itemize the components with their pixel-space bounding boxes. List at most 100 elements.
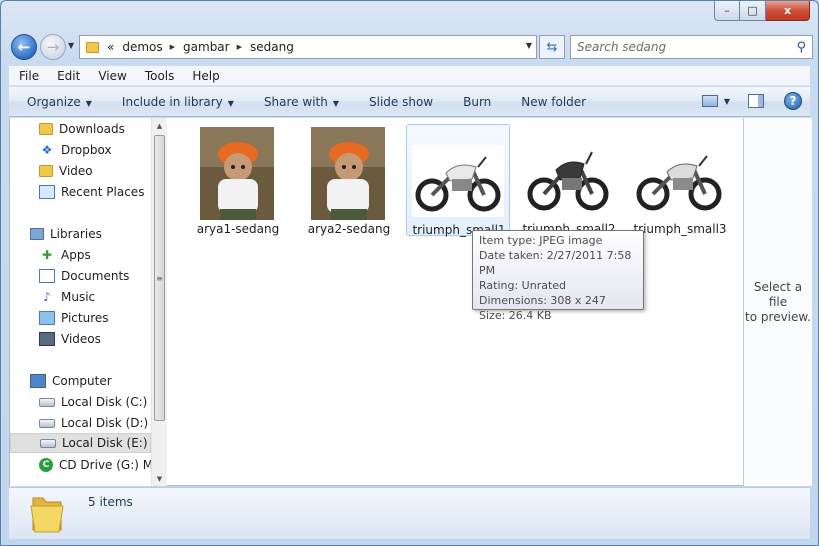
nav-item-dropbox[interactable]: ❖ Dropbox [10, 140, 151, 160]
file-item[interactable]: arya2-sedang [297, 124, 401, 236]
preview-text-line2: to preview. [745, 309, 811, 324]
refresh-icon: ⇆ [546, 39, 558, 55]
menu-help[interactable]: Help [183, 69, 228, 83]
back-button[interactable]: ← [11, 34, 37, 60]
computer-icon [30, 374, 46, 388]
refresh-button[interactable]: ⇆ [539, 35, 565, 59]
forward-button[interactable]: → [40, 34, 66, 60]
folder-icon [86, 41, 99, 53]
content-area: Downloads ❖ Dropbox Video Recent Places … [9, 118, 812, 486]
nav-item-libraries[interactable]: Libraries [10, 224, 151, 244]
command-bar: Organize ▼ Include in library ▼ Share with… [9, 87, 810, 117]
nav-item-pictures[interactable]: Pictures [10, 308, 151, 328]
apps-library-icon: ✚ [41, 248, 53, 262]
view-options-dropdown[interactable]: ▼ [724, 97, 730, 106]
share-with-button[interactable]: Share with ▼ [249, 95, 354, 109]
nav-item-downloads[interactable]: Downloads [10, 119, 151, 139]
navigation-pane: Downloads ❖ Dropbox Video Recent Places … [10, 118, 167, 486]
nav-item-label: CD Drive (G:) MC [59, 458, 151, 472]
tooltip-date-taken: Date taken: 2/27/2011 7:58 PM [479, 249, 632, 277]
search-input[interactable] [577, 40, 787, 54]
breadcrumb-sedang[interactable]: sedang [250, 40, 294, 54]
folder-icon [39, 165, 53, 177]
nav-item-local-disk-e[interactable]: Local Disk (E:) [10, 433, 151, 453]
view-controls: ▼ ? [701, 92, 802, 110]
system-drive-icon [39, 397, 55, 407]
motorcycle-thumbnail [633, 144, 725, 216]
organize-button[interactable]: Organize ▼ [9, 95, 107, 109]
nav-item-cd-drive-g[interactable]: C CD Drive (G:) MC [10, 455, 151, 475]
explorer-window: – □ x ← → ▼ « demos ▶ gambar ▶ sedang ▼ … [0, 0, 819, 546]
organize-label: Organize [27, 94, 81, 109]
file-list: arya1-sedang arya2-sedang triumph_small1… [168, 118, 743, 486]
nav-item-label: Local Disk (E:) [62, 436, 148, 450]
maximize-button[interactable]: □ [740, 1, 766, 21]
chevron-right-icon[interactable]: ▶ [170, 43, 175, 51]
tooltip-rating: Rating: Unrated [479, 279, 567, 292]
file-name: arya1-sedang [196, 222, 280, 236]
tooltip-item-type: Item type: JPEG image [479, 234, 603, 247]
file-item[interactable]: triumph_small3 [628, 124, 732, 236]
minimize-button[interactable]: – [714, 1, 740, 21]
motorcycle-thumbnail [522, 144, 614, 216]
new-folder-button[interactable]: New folder [506, 95, 601, 109]
nav-item-label: Computer [52, 374, 112, 388]
file-item[interactable]: arya1-sedang [186, 124, 290, 236]
nav-item-recent-places[interactable]: Recent Places [10, 182, 151, 202]
nav-item-local-disk-d[interactable]: Local Disk (D:) [10, 413, 151, 433]
search-box[interactable]: ⚲ [570, 35, 813, 59]
file-item[interactable]: triumph_small2 [517, 124, 621, 236]
change-view-icon[interactable] [701, 95, 718, 107]
nav-item-music[interactable]: ♪ Music [10, 287, 151, 307]
forward-arrow-icon: → [46, 38, 60, 56]
burn-button[interactable]: Burn [448, 95, 506, 109]
nav-item-label: Videos [61, 332, 101, 346]
share-with-label: Share with [263, 94, 328, 109]
chevron-down-icon: ▼ [332, 98, 339, 108]
chevron-down-icon[interactable]: ▼ [526, 41, 532, 50]
nav-item-label: Pictures [61, 311, 109, 325]
menu-tools[interactable]: Tools [136, 69, 184, 83]
breadcrumb-demos[interactable]: demos [122, 40, 162, 54]
search-icon[interactable]: ⚲ [796, 40, 806, 55]
include-in-library-button[interactable]: Include in library ▼ [107, 95, 249, 109]
menu-edit[interactable]: Edit [48, 69, 89, 83]
chevron-down-icon: ▼ [85, 98, 92, 108]
nav-item-local-disk-c[interactable]: Local Disk (C:) [10, 392, 151, 412]
nav-item-videos[interactable]: Videos [10, 329, 151, 349]
drive-icon [39, 418, 55, 428]
menu-view[interactable]: View [89, 69, 135, 83]
tooltip-dimensions: Dimensions: 308 x 247 [479, 294, 606, 307]
chevron-down-icon: ▼ [227, 98, 234, 108]
scroll-thumb[interactable]: ≡ [154, 135, 165, 421]
nav-item-documents[interactable]: Documents [10, 266, 151, 286]
slide-show-button[interactable]: Slide show [354, 95, 448, 109]
nav-scrollbar[interactable]: ▲ ≡ ▼ [151, 118, 167, 486]
address-overflow[interactable]: « [107, 40, 114, 54]
nav-item-video[interactable]: Video [10, 161, 151, 181]
photo-thumbnail [311, 127, 385, 220]
breadcrumb-gambar[interactable]: gambar [183, 40, 230, 54]
nav-item-label: Video [59, 164, 93, 178]
scroll-up-icon[interactable]: ▲ [152, 118, 167, 133]
help-icon[interactable]: ? [784, 92, 802, 110]
nav-item-label: Local Disk (C:) [61, 395, 148, 409]
chevron-right-icon[interactable]: ▶ [237, 43, 242, 51]
address-bar[interactable]: « demos ▶ gambar ▶ sedang ▼ [79, 35, 537, 59]
menu-file[interactable]: File [9, 69, 48, 83]
recent-pages-dropdown[interactable]: ▼ [68, 41, 74, 50]
navigation-row: ← → ▼ « demos ▶ gambar ▶ sedang ▼ ⇆ ⚲ [9, 31, 813, 63]
nav-item-computer[interactable]: Computer [10, 371, 151, 391]
file-item[interactable]: triumph_small1 [406, 124, 510, 237]
close-button[interactable]: x [766, 1, 810, 21]
recent-places-icon [39, 185, 55, 199]
preview-pane-icon[interactable] [748, 94, 764, 108]
nav-item-label: Recent Places [61, 185, 145, 199]
preview-pane: Select a file to preview. [743, 118, 812, 486]
downloads-folder-icon [39, 123, 53, 135]
libraries-icon [30, 228, 44, 240]
scroll-down-icon[interactable]: ▼ [152, 471, 167, 486]
nav-item-apps[interactable]: ✚ Apps [10, 245, 151, 265]
details-pane: 5 items [9, 487, 810, 539]
motorcycle-thumbnail [412, 145, 504, 217]
